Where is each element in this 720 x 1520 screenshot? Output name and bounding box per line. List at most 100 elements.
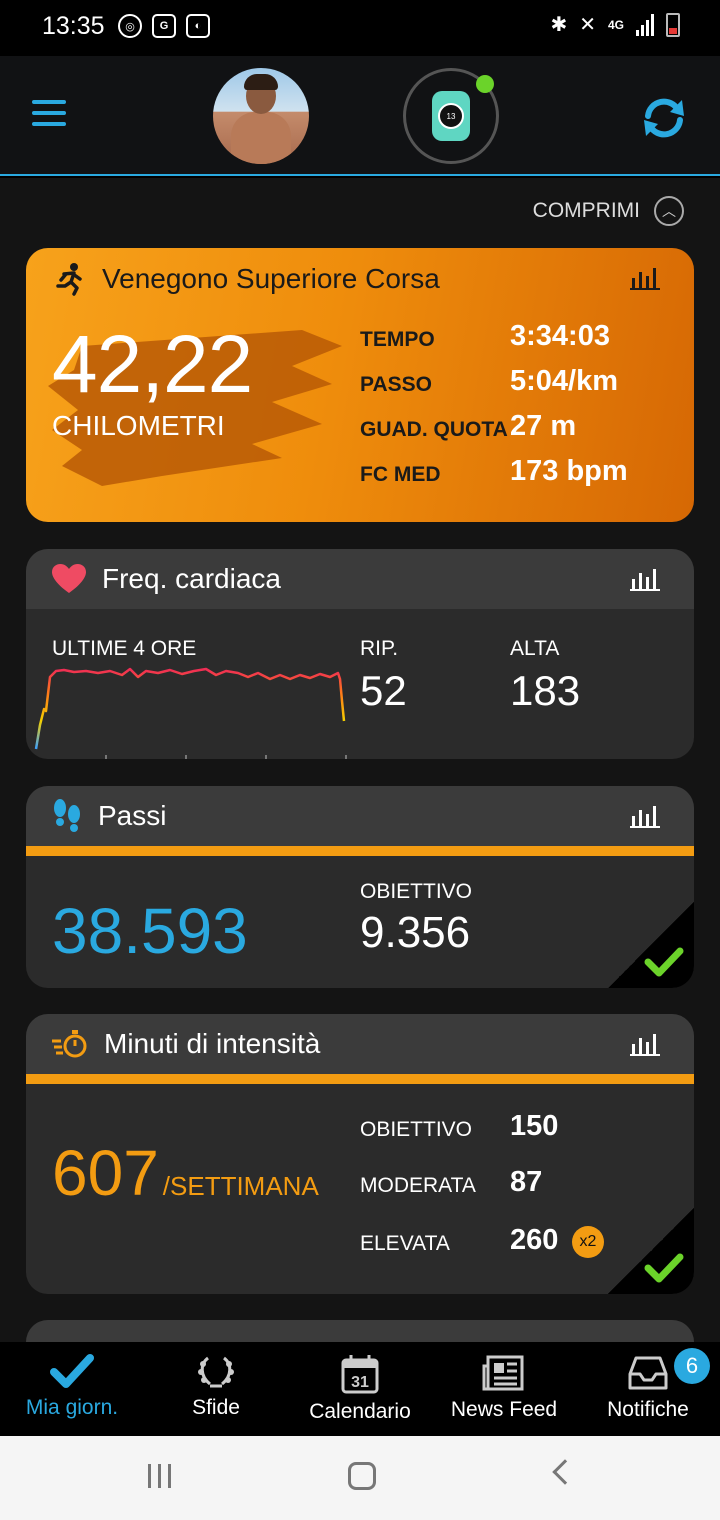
bottom-nav: Mia giorn. Sfide 31 Calendario News Feed… — [0, 1342, 720, 1436]
intensity-title: Minuti di intensità — [104, 1028, 321, 1059]
intensity-row: OBIETTIVO 150 — [360, 1110, 660, 1150]
checkmark-icon — [644, 1253, 684, 1283]
goal-reached-corner — [608, 902, 694, 988]
nav-label: Sfide — [192, 1396, 240, 1419]
resting-heart-rate: RIP. 52 — [360, 637, 407, 715]
intensity-number: 607 — [52, 1137, 159, 1209]
nav-news-feed[interactable]: News Feed — [432, 1342, 576, 1436]
steps-card[interactable]: Passi 38.593 OBIETTIVO 9.356 — [26, 786, 694, 988]
activity-stat-row: GUAD. QUOTA 27 m — [360, 410, 680, 454]
nav-challenges[interactable]: Sfide — [144, 1342, 288, 1436]
nav-label: Mia giorn. — [25, 1396, 119, 1419]
stat-value: 5:04/km — [510, 365, 619, 397]
inbox-icon — [628, 1356, 668, 1390]
goal-reached-corner — [608, 1208, 694, 1294]
activity-stat-row: FC MED 173 bpm — [360, 455, 680, 499]
status-bar: 13:35 ◎ G ◐ ✱ ✕ 4G — [0, 0, 720, 56]
high-heart-rate: ALTA 183 — [510, 637, 580, 715]
status-time: 13:35 — [42, 12, 105, 40]
avatar[interactable] — [213, 68, 309, 164]
chart-bars-icon[interactable] — [630, 567, 660, 591]
gmail-icon: G — [152, 14, 176, 38]
multiplier-badge: x2 — [572, 1226, 604, 1258]
nav-label: News Feed — [450, 1398, 558, 1421]
newsfeed-icon — [482, 1355, 524, 1391]
intensity-progress-bar — [26, 1074, 694, 1084]
status-system-icons: ✱ ✕ 4G — [550, 12, 680, 37]
activity-stat-row: PASSO 5:04/km — [360, 365, 680, 409]
resting-label: RIP. — [360, 637, 399, 660]
hamburger-icon[interactable] — [32, 100, 66, 126]
stat-label: GUAD. QUOTA — [360, 418, 508, 441]
app-header: 13 — [0, 56, 720, 176]
calendar-icon: 31 — [341, 1355, 379, 1394]
calendar-day: 31 — [351, 1374, 369, 1391]
collapse-button[interactable]: COMPRIMI ︿ — [533, 196, 684, 226]
stat-label: FC MED — [360, 463, 441, 486]
running-icon — [56, 263, 82, 296]
steps-goal-label: OBIETTIVO — [360, 880, 473, 903]
stat-value: 3:34:03 — [510, 320, 610, 352]
intensity-row-label: ELEVATA — [360, 1232, 450, 1255]
my-day-content[interactable]: COMPRIMI ︿ Venegono Superiore Corsa 42,2… — [0, 178, 720, 1342]
device-connected-indicator — [476, 75, 494, 93]
heart-icon — [52, 564, 86, 593]
mute-icon: ✕ — [579, 14, 596, 36]
chart-bars-icon[interactable] — [630, 804, 660, 828]
intensity-unit: /SETTIMANA — [162, 1171, 319, 1201]
bluetooth-icon: ✱ — [550, 14, 568, 36]
intensity-row: MODERATA 87 — [360, 1166, 660, 1206]
activity-distance: 42,22 — [52, 319, 253, 410]
heart-rate-sparkline — [34, 667, 347, 759]
collapse-label: COMPRIMI — [532, 199, 640, 222]
nav-calendar[interactable]: 31 Calendario — [288, 1342, 432, 1436]
check-icon — [50, 1354, 94, 1388]
system-nav-bar — [0, 1436, 720, 1520]
steps-progress-bar — [26, 846, 694, 856]
nav-notifications[interactable]: Notifiche 6 — [576, 1342, 720, 1436]
sync-status-icon: ◎ — [118, 14, 142, 38]
garmin-connect-icon: ◐ — [186, 14, 210, 38]
nav-label: Calendario — [309, 1400, 411, 1423]
sync-icon[interactable] — [640, 94, 688, 142]
network-type: 4G — [607, 17, 624, 32]
recent-apps-button[interactable] — [148, 1464, 171, 1488]
intensity-minutes-card[interactable]: Minuti di intensità 607/SETTIMANA OBIETT… — [26, 1014, 694, 1294]
high-label: ALTA — [510, 637, 560, 660]
heart-rate-title: Freq. cardiaca — [102, 563, 281, 594]
activity-card[interactable]: Venegono Superiore Corsa 42,22 CHILOMETR… — [26, 248, 694, 522]
notification-count-badge: 6 — [674, 1348, 710, 1384]
nav-label: Notifiche — [607, 1398, 689, 1421]
nav-my-day[interactable]: Mia giorn. — [0, 1342, 144, 1436]
back-button[interactable] — [552, 1459, 578, 1485]
stopwatch-icon — [52, 1030, 87, 1058]
activity-title: Venegono Superiore Corsa — [102, 263, 440, 294]
intensity-row-value: 260 — [510, 1224, 559, 1256]
checkmark-icon — [644, 947, 684, 977]
next-card-partial[interactable] — [26, 1320, 694, 1342]
home-button[interactable] — [348, 1462, 376, 1490]
intensity-row-label: MODERATA — [360, 1174, 476, 1197]
steps-title: Passi — [98, 800, 167, 831]
heart-rate-card[interactable]: Freq. cardiaca ULTIME 4 ORE RIP. 52 ALTA… — [26, 549, 694, 759]
stat-label: PASSO — [360, 373, 432, 396]
stat-value: 173 bpm — [510, 455, 628, 487]
intensity-row-label: OBIETTIVO — [360, 1118, 473, 1141]
resting-value: 52 — [360, 667, 407, 714]
footsteps-icon — [54, 799, 80, 832]
laurel-icon — [198, 1356, 234, 1388]
steps-value: 38.593 — [52, 895, 248, 967]
chart-bars-icon[interactable] — [630, 1032, 660, 1056]
device-watch-icon[interactable]: 13 — [403, 68, 499, 164]
activity-stat-row: TEMPO 3:34:03 — [360, 320, 680, 364]
steps-goal-value: 9.356 — [360, 908, 471, 957]
chevron-up-icon: ︿ — [654, 196, 684, 226]
battery-icon — [666, 12, 680, 37]
intensity-value: 607/SETTIMANA — [52, 1136, 319, 1210]
heart-rate-range-label: ULTIME 4 ORE — [52, 637, 197, 660]
high-value: 183 — [510, 667, 581, 714]
chart-bars-icon[interactable] — [630, 266, 660, 290]
intensity-row-value: 87 — [510, 1166, 543, 1198]
status-notification-icons: ◎ G ◐ — [118, 14, 210, 38]
stat-label: TEMPO — [360, 328, 435, 351]
